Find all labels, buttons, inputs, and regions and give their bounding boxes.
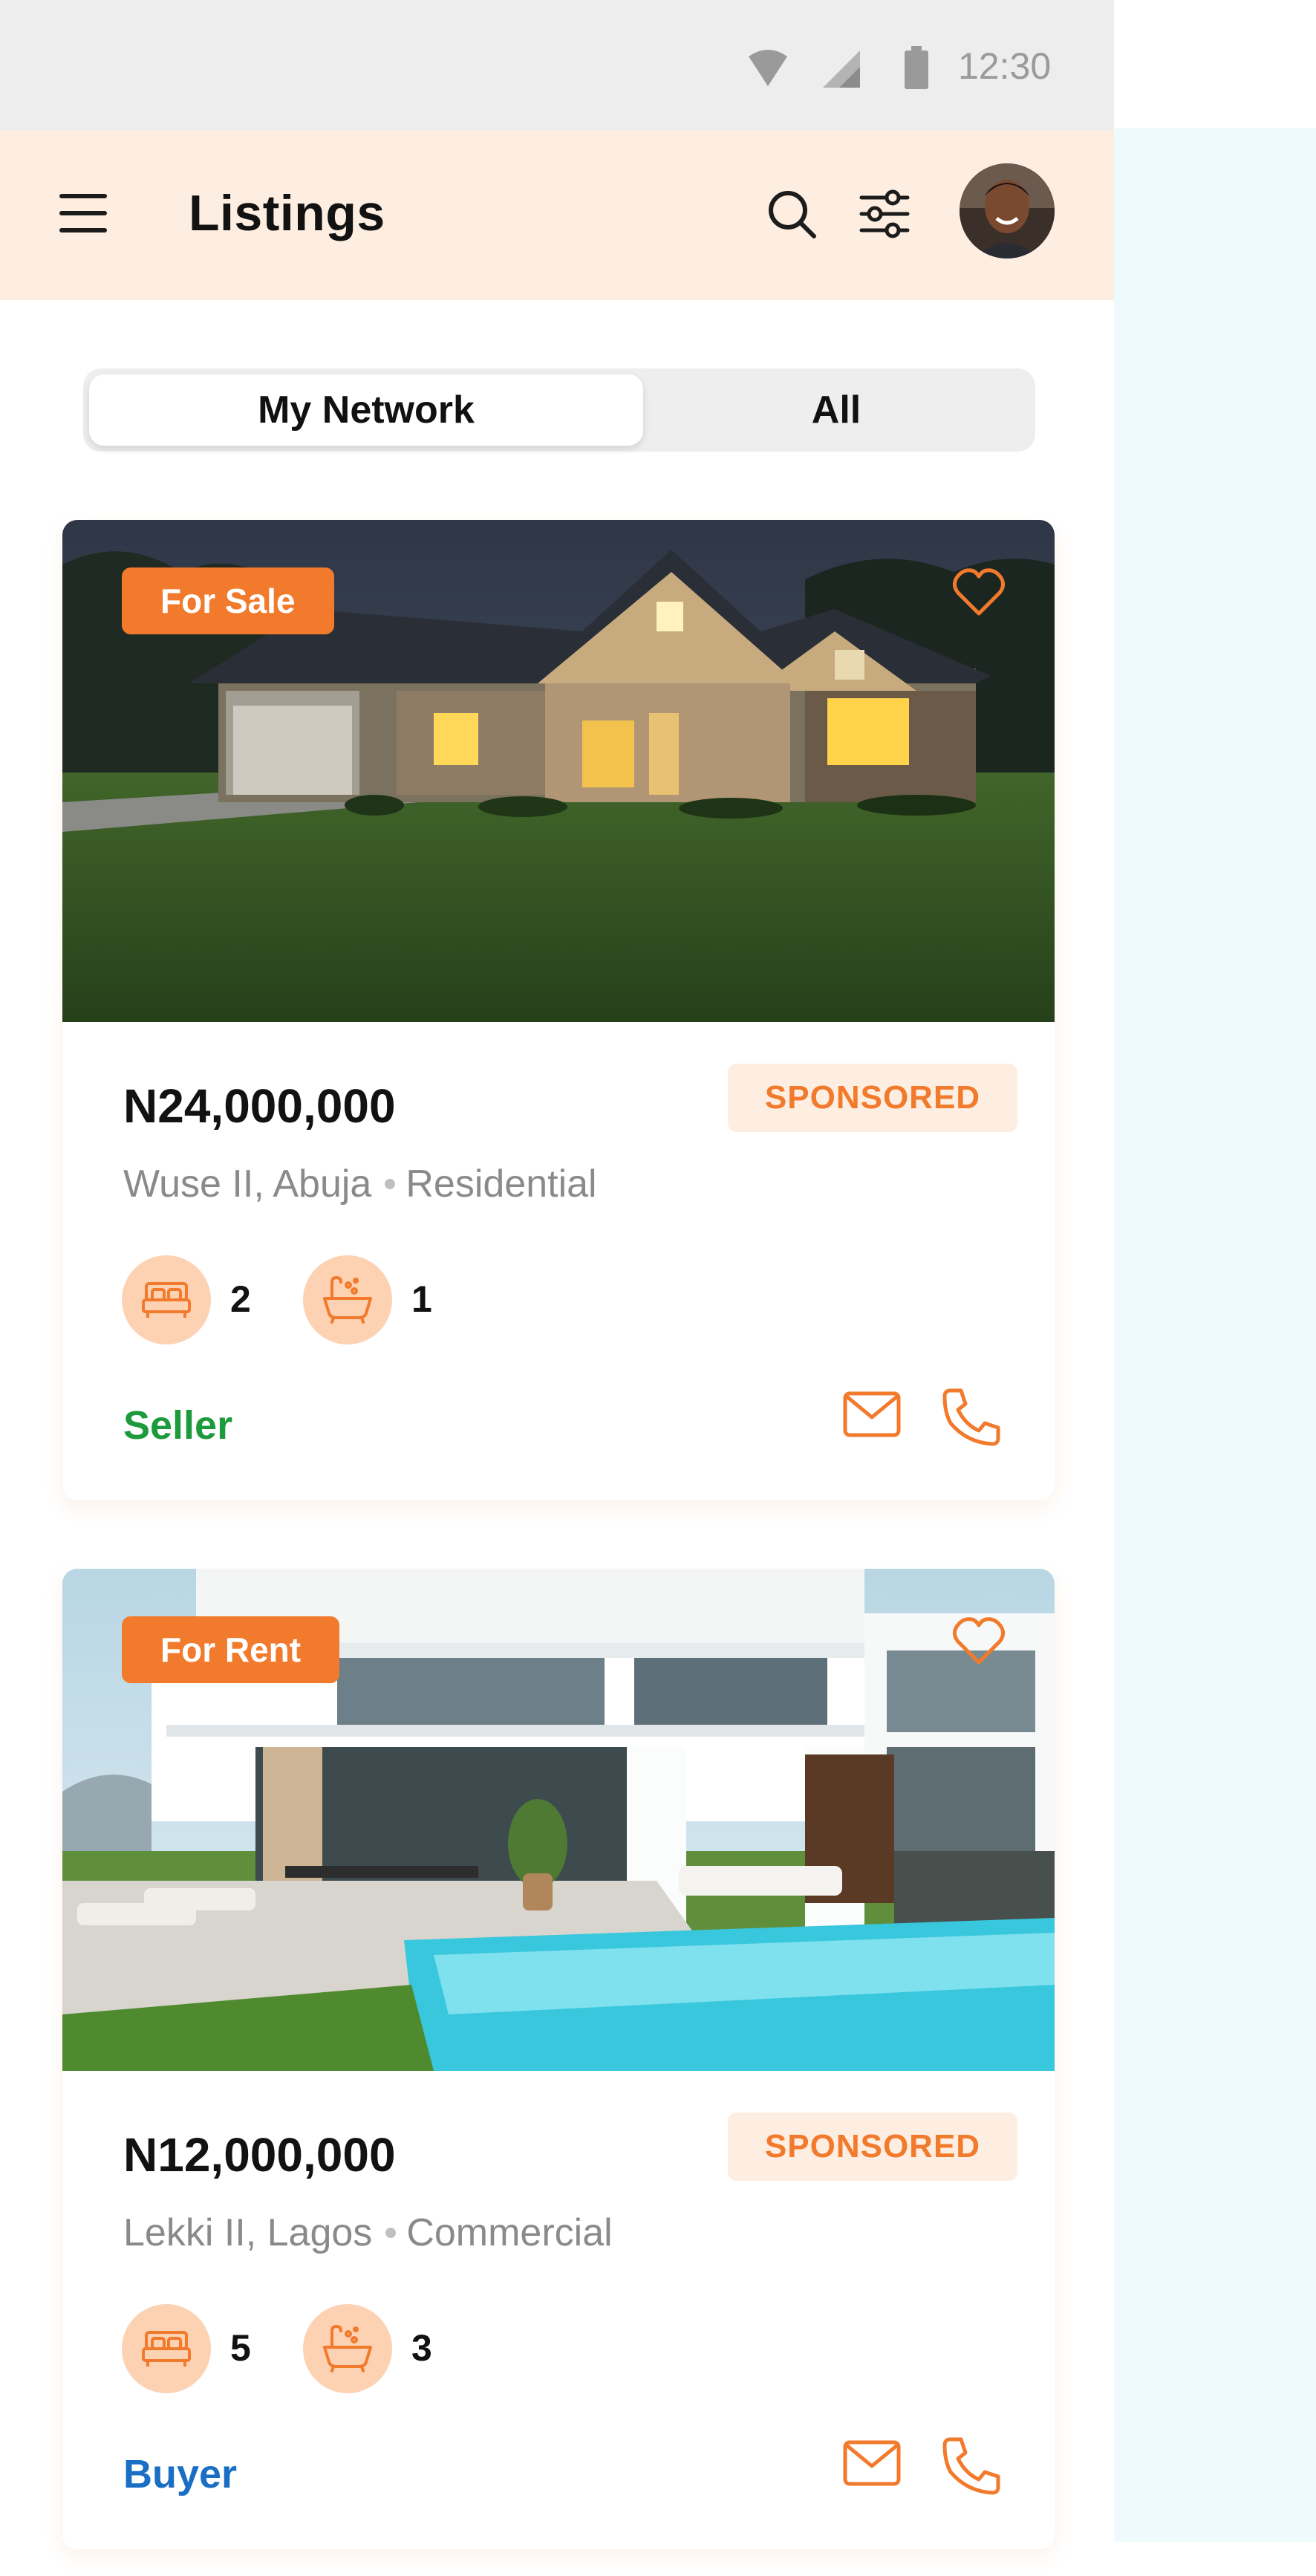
bathroom-count: 3 [411, 2327, 432, 2369]
listing-category: Residential [405, 1162, 597, 1206]
network-tabs: My Network All [83, 368, 1035, 452]
bathtub-icon [303, 1255, 392, 1344]
listing-area: Lekki II, Lagos [123, 2211, 373, 2254]
listing-category: Commercial [406, 2211, 613, 2254]
status-time: 12:30 [958, 45, 1052, 87]
battery-icon [905, 46, 928, 89]
separator-dot [385, 1179, 396, 1190]
filter-icon[interactable] [859, 187, 911, 241]
sponsored-badge: SPONSORED [728, 2112, 1017, 2181]
right-background-panel [1114, 128, 1316, 2542]
sponsored-badge: SPONSORED [728, 1064, 1017, 1132]
bathtub-icon [303, 2304, 392, 2393]
signal-icon [823, 51, 860, 88]
listing-role: Buyer [123, 2452, 238, 2497]
bed-icon [122, 2304, 211, 2393]
status-bar: 12:30 [0, 0, 1114, 131]
separator-dot [385, 2228, 397, 2239]
phone-icon[interactable] [940, 1386, 1003, 1448]
mail-icon[interactable] [842, 2438, 902, 2490]
menu-icon[interactable] [59, 194, 107, 235]
listing-card[interactable]: For Rent N12,000,000 SPONSORED Lekki II,… [62, 1569, 1055, 2549]
heart-icon[interactable] [951, 565, 1007, 621]
listing-role: Seller [123, 1403, 233, 1448]
app-header: Listings [0, 131, 1114, 300]
bedroom-count: 5 [230, 2327, 251, 2369]
page-title: Listings [189, 185, 385, 241]
listing-card[interactable]: For Sale N24,000,000 SPONSORED Wuse II, … [62, 520, 1055, 1500]
bedroom-count: 2 [230, 1278, 251, 1320]
listing-price: N24,000,000 [123, 1079, 396, 1133]
deal-type-badge: For Sale [122, 567, 334, 634]
tab-my-network[interactable]: My Network [89, 374, 643, 446]
wifi-icon [749, 50, 787, 86]
bed-icon [122, 1255, 211, 1344]
bathroom-count: 1 [411, 1278, 432, 1320]
phone-icon[interactable] [940, 2435, 1003, 2497]
mail-icon[interactable] [842, 1389, 902, 1441]
search-icon[interactable] [765, 187, 818, 241]
heart-icon[interactable] [951, 1613, 1007, 1670]
listing-location: Lekki II, Lagos Commercial [123, 2211, 613, 2255]
avatar[interactable] [960, 163, 1055, 258]
listing-area: Wuse II, Abuja [123, 1162, 372, 1206]
deal-type-badge: For Rent [122, 1616, 340, 1683]
app-screen: 12:30 Listings My Network All For Sale N… [0, 0, 1114, 2576]
listing-location: Wuse II, Abuja Residential [123, 1162, 597, 1206]
listing-price: N12,000,000 [123, 2128, 396, 2182]
tab-all[interactable]: All [643, 374, 1029, 446]
